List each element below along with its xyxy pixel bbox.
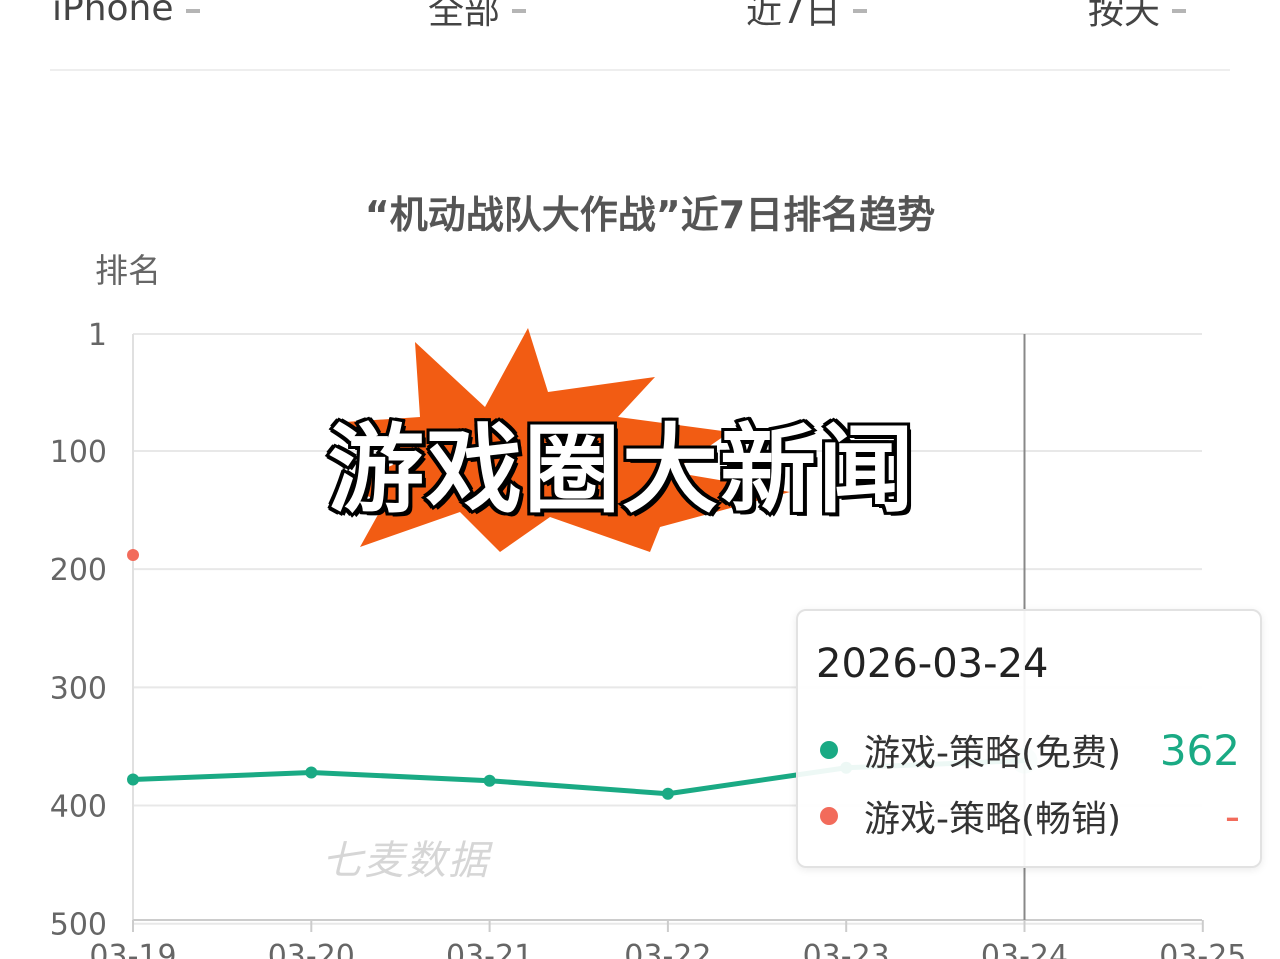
tooltip-row: 游戏-策略(免费) 362 [820, 725, 1260, 775]
y-tick-label: 1 [88, 318, 107, 353]
data-point [483, 774, 496, 787]
y-tick-label: 300 [50, 671, 107, 706]
legend-dot-icon [820, 807, 838, 825]
watermark: 七麦数据 [322, 838, 490, 884]
tooltip-series-value: - [1224, 791, 1240, 841]
y-tick-label: 400 [50, 790, 107, 825]
tooltip-series-value: 362 [1159, 725, 1240, 775]
tooltip-series-name: 游戏-策略(免费) [864, 733, 1122, 774]
data-point [127, 773, 139, 786]
data-point [305, 766, 318, 779]
x-tick-label: 03-19 [89, 939, 176, 959]
data-point [127, 549, 139, 561]
tooltip-series-name: 游戏-策略(畅销) [864, 799, 1122, 840]
banner-text: 游戏圈大新闻 [325, 411, 917, 529]
chart-tooltip: 2026-03-24 游戏-策略(免费) 362 游戏-策略(畅销) - [796, 609, 1262, 868]
x-tick-label: 03-23 [803, 939, 890, 959]
tooltip-row: 游戏-策略(畅销) - [820, 791, 1260, 841]
news-banner: 游戏圈大新闻 [300, 322, 940, 552]
x-tick-label: 03-21 [446, 939, 533, 959]
legend-dot-icon [820, 741, 838, 759]
x-tick-label: 03-20 [268, 939, 355, 959]
y-tick-label: 200 [50, 553, 107, 588]
x-tick-label: 03-24 [981, 939, 1068, 959]
y-tick-label: 500 [50, 908, 107, 943]
y-tick-label: 100 [50, 435, 107, 470]
x-tick-label: 03-25 [1159, 939, 1246, 959]
data-point [661, 787, 674, 800]
tooltip-date: 2026-03-24 [816, 641, 1049, 687]
x-tick-label: 03-22 [624, 939, 711, 959]
